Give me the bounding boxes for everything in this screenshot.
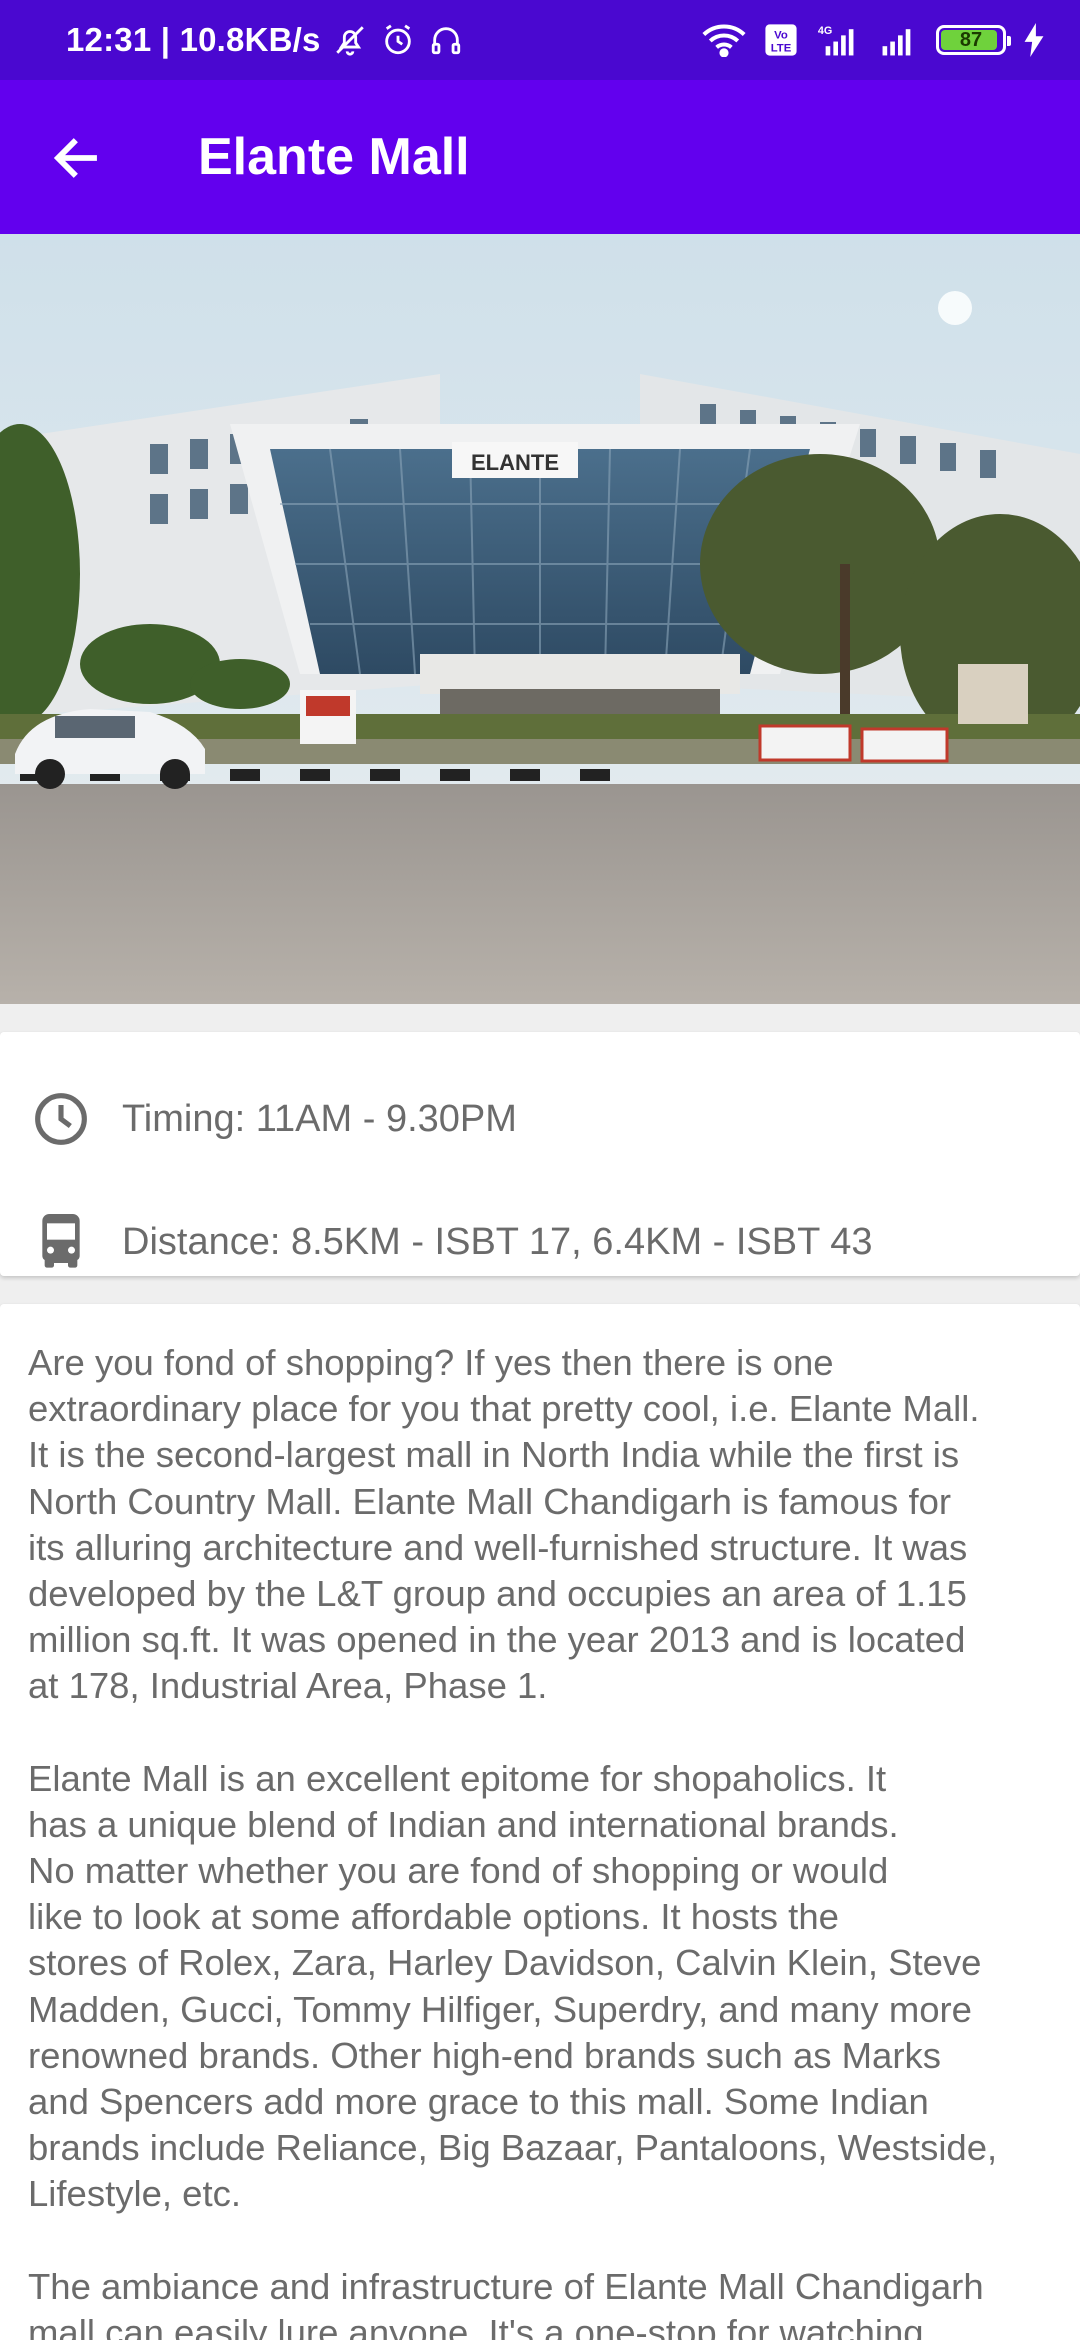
description-paragraph-1: Are you fond of shopping? If yes then th… — [28, 1342, 980, 1707]
status-bar: 12:31 | 10.8KB/s Vo LTE 4G 87 — [0, 0, 1080, 80]
mall-sign-text: ELANTE — [471, 450, 559, 475]
description-paragraph-2: Elante Mall is an excellent epitome for … — [28, 1757, 998, 2215]
svg-text:Vo: Vo — [774, 30, 788, 42]
distance-row: Distance: 8.5KM - ISBT 17, 6.4KM - ISBT … — [0, 1187, 1080, 1297]
timing-icon-wrap — [32, 1090, 90, 1148]
headset-icon — [431, 27, 460, 55]
battery-icon: 87 — [936, 25, 1011, 55]
signal-icon — [882, 29, 911, 56]
charging-bolt-icon — [1024, 23, 1044, 57]
alarm-icon — [384, 24, 411, 55]
description-card: Are you fond of shopping? If yes then th… — [0, 1304, 1080, 2340]
mall-photo: ELANTE — [0, 234, 1080, 1004]
svg-text:LTE: LTE — [771, 42, 792, 54]
status-bar-left: 12:31 | 10.8KB/s — [66, 0, 463, 80]
clock-icon — [35, 1093, 87, 1145]
distance-text: Distance: 8.5KM - ISBT 17, 6.4KM - ISBT … — [122, 1220, 873, 1263]
timing-row: Timing: 11AM - 9.30PM — [0, 1064, 1080, 1174]
status-time-speed: 12:31 | 10.8KB/s — [66, 21, 321, 58]
hero-image: ELANTE — [0, 234, 1080, 1004]
timing-text: Timing: 11AM - 9.30PM — [122, 1097, 517, 1140]
description-paragraph-3: The ambiance and infrastructure of Elant… — [28, 2265, 984, 2340]
app-bar: Elante Mall — [0, 80, 1080, 234]
status-left-icons — [333, 23, 463, 57]
status-bar-right: Vo LTE 4G 87 — [702, 0, 1044, 80]
back-button[interactable] — [40, 122, 112, 194]
signal-4g-icon: 4G — [818, 25, 854, 56]
arrow-back-icon — [53, 138, 97, 178]
battery-level: 87 — [959, 28, 983, 51]
info-card: Timing: 11AM - 9.30PM Distance: 8.5KM - … — [0, 1032, 1080, 1276]
page-title: Elante Mall — [198, 128, 470, 186]
volte-icon: VoLTE — [765, 24, 797, 56]
wifi-icon — [702, 24, 746, 57]
svg-text:4G: 4G — [818, 25, 832, 37]
bus-icon — [42, 1214, 80, 1268]
distance-icon-wrap — [32, 1213, 90, 1271]
mute-bell-icon — [335, 26, 364, 56]
